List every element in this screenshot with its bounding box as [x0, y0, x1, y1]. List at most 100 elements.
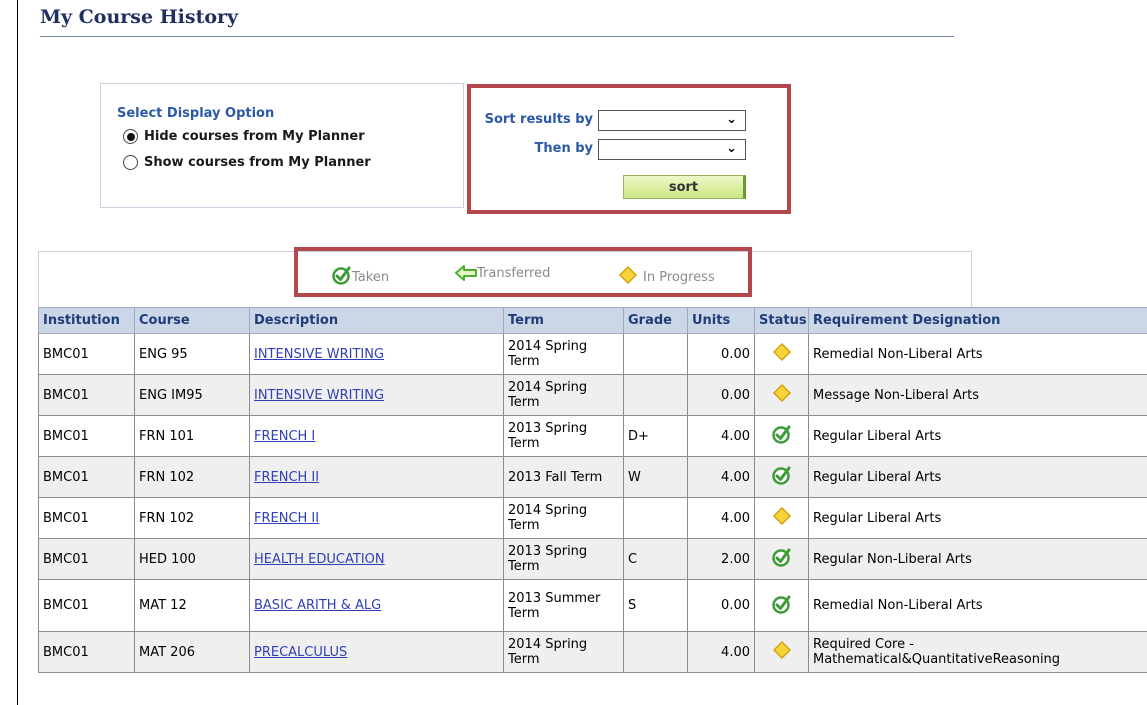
- cell-status: [754, 497, 809, 539]
- cell-description: BASIC ARITH & ALG: [249, 579, 504, 632]
- radio-button-checked[interactable]: [123, 129, 138, 144]
- cell-term-text: 2013 Fall Term: [508, 469, 603, 485]
- cell-description: HEALTH EDUCATION: [249, 538, 504, 580]
- cell-status: [754, 374, 809, 416]
- cell-term: 2014 Spring Term: [503, 374, 624, 416]
- cell-institution-text: BMC01: [43, 346, 89, 362]
- cell-term: 2013 Spring Term: [503, 415, 624, 457]
- cell-course-text: FRN 101: [139, 428, 195, 444]
- table-row: BMC01 FRN 102 FRENCH II 2013 Fall Term W 4.00…: [38, 456, 1147, 498]
- cell-units: 0.00: [687, 374, 755, 416]
- cell-units: 4.00: [687, 415, 755, 457]
- cell-units-text: 0.00: [721, 598, 750, 613]
- column-header-units[interactable]: Units: [687, 307, 755, 334]
- column-header-institution[interactable]: Institution: [38, 307, 135, 334]
- cell-institution-text: BMC01: [43, 428, 89, 444]
- cell-institution: BMC01: [38, 579, 135, 632]
- cell-units: 0.00: [687, 579, 755, 632]
- cell-status: [754, 579, 809, 632]
- table-row: BMC01 FRN 102 FRENCH II 2014 Spring Term 4.0…: [38, 497, 1147, 539]
- column-header-description[interactable]: Description: [249, 307, 504, 334]
- cell-description: FRENCH II: [249, 497, 504, 539]
- legend-highlight: Taken Transferred In Progress: [294, 247, 752, 297]
- sort-by-label: Sort results by: [484, 112, 593, 127]
- cell-description: PRECALCULUS: [249, 631, 504, 673]
- column-header-term[interactable]: Term: [503, 307, 624, 334]
- cell-units: 4.00: [687, 456, 755, 498]
- cell-course-text: MAT 206: [139, 644, 195, 660]
- then-by-select[interactable]: ⌄: [598, 139, 746, 160]
- course-description-link[interactable]: FRENCH II: [254, 470, 319, 485]
- column-header-grade[interactable]: Grade: [623, 307, 688, 334]
- cell-course-text: MAT 12: [139, 598, 187, 613]
- cell-term-text: 2013 Spring Term: [508, 544, 588, 574]
- display-option-panel: Select Display Option Hide courses from …: [100, 83, 464, 208]
- course-description-link[interactable]: HEALTH EDUCATION: [254, 552, 385, 567]
- title-divider: [40, 36, 954, 37]
- cell-description: FRENCH I: [249, 415, 504, 457]
- radio-button[interactable]: [123, 155, 138, 170]
- cell-requirement: Required Core - Mathematical&Quantitativ…: [808, 631, 1147, 673]
- cell-course-text: ENG IM95: [139, 387, 203, 403]
- column-header-status[interactable]: Status: [754, 307, 809, 334]
- sort-by-select[interactable]: ⌄: [598, 110, 746, 131]
- cell-requirement: Regular Liberal Arts: [808, 497, 1147, 539]
- cell-requirement: Regular Liberal Arts: [808, 415, 1147, 457]
- radio-hide-courses[interactable]: Hide courses from My Planner: [123, 129, 365, 144]
- in-progress-diamond-icon: [772, 342, 792, 366]
- cell-course: FRN 102: [134, 456, 250, 498]
- column-header-course[interactable]: Course: [134, 307, 250, 334]
- cell-units: 2.00: [687, 538, 755, 580]
- chevron-down-icon: ⌄: [726, 112, 737, 127]
- course-description-link[interactable]: FRENCH I: [254, 429, 315, 444]
- cell-course-text: FRN 102: [139, 510, 195, 526]
- cell-units-text: 0.00: [721, 387, 750, 403]
- cell-grade-text: S: [628, 598, 637, 613]
- frame-border: [17, 0, 18, 705]
- course-description-link[interactable]: PRECALCULUS: [254, 645, 347, 660]
- cell-term-text: 2013 Spring Term: [508, 421, 588, 451]
- column-header-requirement[interactable]: Requirement Designation: [808, 307, 1147, 334]
- cell-institution-text: BMC01: [43, 551, 89, 567]
- legend-transferred: Transferred: [455, 265, 550, 281]
- cell-term: 2014 Spring Term: [503, 497, 624, 539]
- chevron-down-icon: ⌄: [726, 141, 737, 156]
- cell-institution: BMC01: [38, 631, 135, 673]
- page-title: My Course History: [40, 6, 239, 28]
- sort-button[interactable]: sort: [623, 175, 746, 199]
- in-progress-diamond-icon: [772, 640, 792, 664]
- cell-term: 2014 Spring Term: [503, 631, 624, 673]
- radio-label: Hide courses from My Planner: [144, 129, 365, 144]
- cell-institution: BMC01: [38, 538, 135, 580]
- course-description-link[interactable]: INTENSIVE WRITING: [254, 388, 384, 403]
- cell-grade: W: [623, 456, 688, 498]
- course-description-link[interactable]: BASIC ARITH & ALG: [254, 598, 381, 613]
- cell-course: HED 100: [134, 538, 250, 580]
- cell-grade: [623, 374, 688, 416]
- table-row: BMC01 MAT 206 PRECALCULUS 2014 Spring Term 4…: [38, 631, 1147, 673]
- cell-units: 0.00: [687, 333, 755, 375]
- cell-requirement-text: Regular Non-Liberal Arts: [813, 551, 972, 567]
- cell-course: MAT 12: [134, 579, 250, 632]
- course-description-link[interactable]: FRENCH II: [254, 511, 319, 526]
- cell-status: [754, 631, 809, 673]
- course-description-link[interactable]: INTENSIVE WRITING: [254, 347, 384, 362]
- table-row: BMC01 ENG 95 INTENSIVE WRITING 2014 Spring …: [38, 333, 1147, 375]
- cell-units-text: 2.00: [721, 551, 750, 567]
- cell-requirement-text: Regular Liberal Arts: [813, 510, 942, 526]
- table-row: BMC01 MAT 12 BASIC ARITH & ALG 2013 Summer …: [38, 579, 1147, 632]
- cell-units-text: 4.00: [721, 469, 750, 485]
- cell-requirement: Message Non-Liberal Arts: [808, 374, 1147, 416]
- cell-institution: BMC01: [38, 497, 135, 539]
- radio-show-courses[interactable]: Show courses from My Planner: [123, 155, 371, 170]
- legend-in-progress: In Progress: [618, 265, 715, 285]
- taken-icon: [332, 266, 351, 285]
- cell-description: FRENCH II: [249, 456, 504, 498]
- cell-grade-text: D+: [628, 428, 649, 444]
- cell-institution-text: BMC01: [43, 387, 89, 403]
- cell-institution-text: BMC01: [43, 598, 89, 613]
- cell-requirement-text: Regular Liberal Arts: [813, 469, 942, 485]
- cell-grade: [623, 631, 688, 673]
- cell-term-text: 2014 Spring Term: [508, 503, 588, 533]
- cell-grade: C: [623, 538, 688, 580]
